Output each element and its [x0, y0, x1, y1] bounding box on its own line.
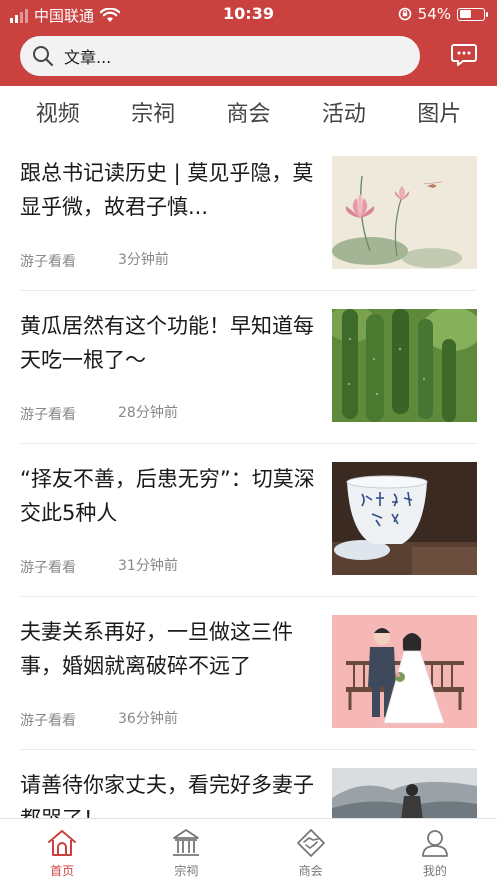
- home-icon: [48, 830, 77, 856]
- bottom-nav: 首页 宗祠 商会 我的: [0, 818, 497, 883]
- battery-percent: 54%: [417, 5, 451, 23]
- article-title[interactable]: “择友不善，后患无穷”：切莫深交此5种人: [20, 462, 320, 530]
- tab-events[interactable]: 活动: [312, 92, 376, 132]
- article-source: 游子看看: [20, 560, 76, 576]
- nav-home-label: 首页: [50, 864, 75, 878]
- article-source: 游子看看: [20, 713, 76, 729]
- tab-ancestral-hall[interactable]: 宗祠: [121, 92, 185, 132]
- nav-chamber[interactable]: 商会: [249, 819, 373, 883]
- article-title[interactable]: 黄瓜居然有这个功能！早知道每天吃一根了～: [20, 309, 320, 377]
- category-tabs: 视频 宗祠 商会 活动 图片: [0, 86, 497, 138]
- nav-profile-label: 我的: [422, 864, 447, 878]
- app-header: 中国联通 10:39 54% 文章...: [0, 0, 497, 86]
- article-thumbnail[interactable]: [332, 156, 477, 269]
- orientation-lock-icon: [398, 7, 411, 21]
- tab-images[interactable]: 图片: [407, 92, 471, 132]
- user-icon: [421, 830, 448, 857]
- status-right: 54%: [398, 5, 488, 23]
- message-icon[interactable]: [451, 43, 477, 67]
- list-item[interactable]: 黄瓜居然有这个功能！早知道每天吃一根了～ 游子看看 28分钟前: [20, 291, 477, 444]
- article-title[interactable]: 跟总书记读历史 | 莫见乎隐，莫显乎微，故君子慎...: [20, 156, 320, 224]
- article-time: 31分钟前: [118, 558, 178, 574]
- article-thumbnail[interactable]: [332, 462, 477, 575]
- article-thumbnail[interactable]: [332, 615, 477, 728]
- search-icon: [33, 46, 53, 66]
- article-source: 游子看看: [20, 407, 76, 423]
- article-title[interactable]: 请善待你家丈夫，看完好多妻子都哭了！: [20, 768, 320, 818]
- article-thumbnail[interactable]: [332, 768, 477, 818]
- status-bar: 中国联通 10:39 54%: [0, 0, 497, 28]
- article-title[interactable]: 夫妻关系再好，一旦做这三件事，婚姻就离破碎不远了: [20, 615, 320, 683]
- article-list: 跟总书记读历史 | 莫见乎隐，莫显乎微，故君子慎... 游子看看 3分钟前 黄瓜…: [0, 138, 497, 818]
- list-item[interactable]: 夫妻关系再好，一旦做这三件事，婚姻就离破碎不远了 游子看看 36分钟前: [20, 597, 477, 750]
- nav-profile[interactable]: 我的: [373, 819, 497, 883]
- search-bar[interactable]: 文章...: [20, 36, 420, 76]
- article-source: 游子看看: [20, 254, 76, 270]
- list-item[interactable]: 跟总书记读历史 | 莫见乎隐，莫显乎微，故君子慎... 游子看看 3分钟前: [20, 138, 477, 291]
- article-thumbnail[interactable]: [332, 309, 477, 422]
- handshake-icon: [296, 829, 325, 857]
- nav-home[interactable]: 首页: [0, 819, 124, 883]
- temple-icon: [173, 829, 200, 856]
- nav-ancestral-hall[interactable]: 宗祠: [124, 819, 248, 883]
- article-time: 3分钟前: [118, 252, 169, 268]
- nav-chamber-label: 商会: [298, 864, 323, 878]
- search-placeholder: 文章...: [64, 48, 112, 67]
- article-time: 28分钟前: [118, 405, 178, 421]
- list-item[interactable]: 请善待你家丈夫，看完好多妻子都哭了！: [20, 750, 477, 818]
- list-item[interactable]: “择友不善，后患无穷”：切莫深交此5种人 游子看看 31分钟前: [20, 444, 477, 597]
- battery-icon: [457, 7, 488, 21]
- tab-chamber[interactable]: 商会: [216, 92, 280, 132]
- tab-video[interactable]: 视频: [26, 92, 90, 132]
- article-time: 36分钟前: [118, 711, 178, 727]
- nav-ancestral-hall-label: 宗祠: [174, 864, 199, 878]
